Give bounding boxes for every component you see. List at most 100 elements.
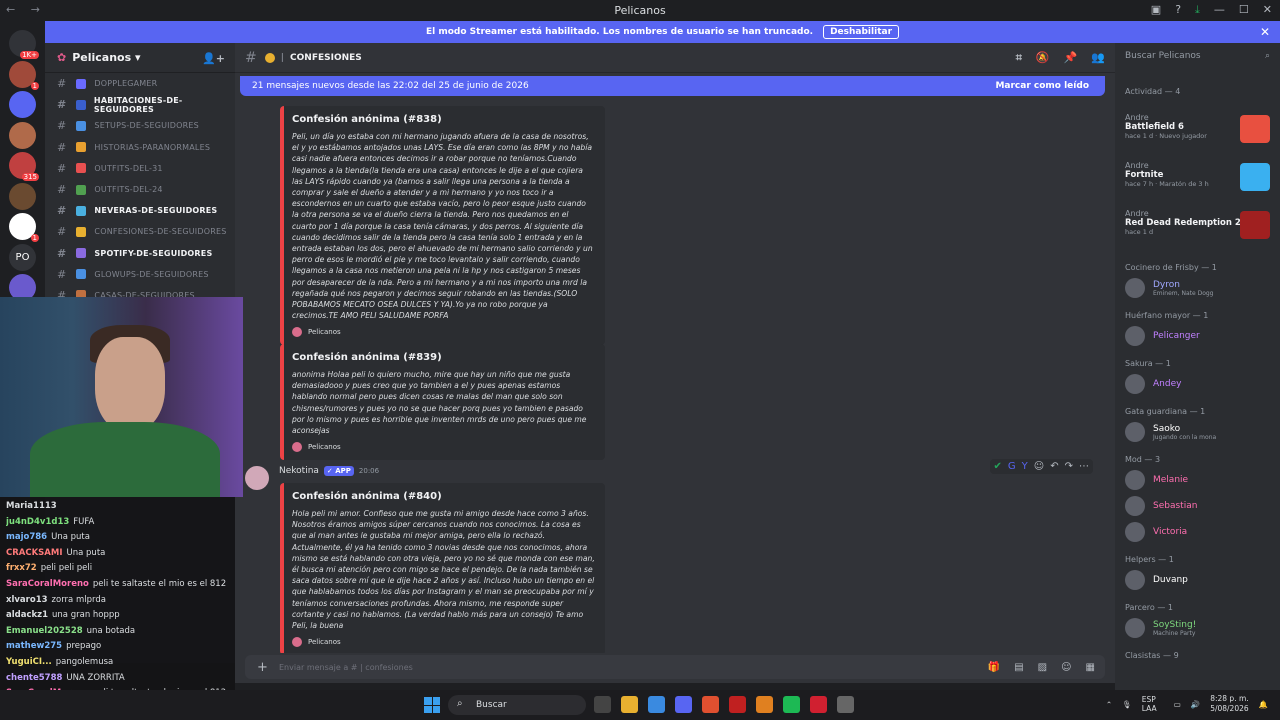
search-icon: ⌕ (1264, 51, 1270, 61)
members-icon[interactable]: 👥 (1091, 51, 1105, 65)
app-icon[interactable] (810, 696, 827, 713)
window-controls[interactable]: ▣ ? ⤓ — ☐ ✕ (1151, 3, 1272, 17)
g-reaction-icon[interactable]: G (1008, 461, 1016, 472)
member-item[interactable]: Dyron Eminem, Nate Dogg (1115, 275, 1280, 301)
volume-icon[interactable]: 🔊 (1191, 700, 1200, 709)
chat-message: SaraCoralMorenopeli te saltaste el mio e… (6, 579, 229, 595)
maximize-icon[interactable]: ☐ (1239, 3, 1249, 17)
avatar[interactable] (245, 466, 269, 490)
channel-name: habitaciones-de-seguidores (93, 95, 183, 114)
task-view-icon[interactable] (594, 696, 611, 713)
spotify-icon[interactable] (783, 696, 800, 713)
channel-item[interactable]: # setups-de-seguidores (45, 115, 235, 136)
member-item[interactable]: Pelicanger (1115, 323, 1280, 349)
mute-icon[interactable]: 🔕 (1036, 51, 1050, 65)
channel-item[interactable]: # historias-paranormales (45, 137, 235, 158)
discord-icon[interactable] (675, 696, 692, 713)
channel-item[interactable]: # habitaciones-de-seguidores (45, 94, 235, 115)
threads-icon[interactable]: ⌗ (1016, 51, 1022, 65)
search-box[interactable]: Buscar Pelicanos ⌕ (1115, 43, 1280, 73)
history-nav-icons[interactable]: ← → (6, 3, 46, 16)
emoji-icon[interactable]: ☺ (1061, 662, 1071, 673)
chrome-icon[interactable] (648, 696, 665, 713)
server-icon[interactable]: 1 (9, 60, 39, 90)
chat-user: SaraCoralMoreno (6, 578, 89, 589)
more-icon[interactable]: ⋯ (1079, 461, 1089, 472)
gift-icon[interactable]: 🎁 (988, 662, 1000, 673)
gif-icon[interactable]: ▤ (1014, 662, 1023, 673)
role-header: Parcero — 1 (1125, 602, 1173, 612)
close-icon[interactable]: ✕ (1263, 3, 1272, 17)
embed-title: Confesión anónima (#839) (292, 352, 442, 363)
disable-streamer-button[interactable]: Deshabilitar (823, 25, 900, 39)
channel-item[interactable]: # spotify-de-seguidores (45, 243, 235, 264)
new-messages-bar[interactable]: 21 mensajes nuevos desde las 22:02 del 2… (240, 76, 1105, 96)
channel-item[interactable]: # confesiones-de-seguidores (45, 221, 235, 242)
reply-icon[interactable]: ↶ (1050, 461, 1058, 472)
author-name[interactable]: Nekotina (279, 466, 319, 476)
app-icon[interactable] (837, 696, 854, 713)
minimize-icon[interactable]: — (1214, 3, 1225, 17)
server-icon[interactable] (9, 182, 36, 210)
clock[interactable]: 8:28 p. m. 5/08/2026 (1210, 694, 1248, 714)
y-reaction-icon[interactable]: Y (1022, 461, 1028, 472)
download-icon[interactable]: ⤓ (1195, 3, 1200, 17)
channel-emoji-icon (76, 226, 87, 237)
search-input[interactable]: Buscar Pelicanos (1125, 51, 1201, 61)
activity-card[interactable]: Andre Red Dead Redemption 2 hace 1 d (1115, 205, 1280, 253)
server-icon[interactable]: 1K+ (9, 30, 39, 59)
member-item[interactable]: Duvanp (1115, 567, 1280, 593)
guild-header[interactable]: ✿ Pelicanos ▾ 👤+ (45, 43, 235, 73)
member-item[interactable]: Saoko Jugando con la mona (1115, 419, 1280, 445)
channel-item[interactable]: # outfits-del-24 (45, 179, 235, 200)
channel-item[interactable]: # neveras-de-seguidores (45, 200, 235, 221)
member-item[interactable]: Melanie (1115, 467, 1280, 493)
streamer-jacket (30, 422, 220, 497)
server-icon[interactable]: PO (9, 243, 36, 271)
channel-item[interactable]: # doppleGamer (45, 73, 235, 94)
forward-icon[interactable]: ↷ (1065, 461, 1073, 472)
add-reaction-icon[interactable]: ☺ (1034, 461, 1044, 472)
member-item[interactable]: Andey (1115, 371, 1280, 397)
channel-item[interactable]: # glowups-de-seguidores (45, 264, 235, 285)
language-indicator[interactable]: ESP LAA (1142, 695, 1164, 713)
member-item[interactable]: Sebastian (1115, 493, 1280, 519)
server-icon[interactable]: 315 (9, 152, 39, 181)
taskbar-search[interactable]: ⌕ Buscar (448, 695, 586, 715)
obs-icon[interactable] (756, 696, 773, 713)
channel-emoji-icon (76, 99, 86, 110)
member-item[interactable]: SoySting! Machine Party (1115, 615, 1280, 641)
role-header: Gata guardiana — 1 (1125, 406, 1206, 416)
apps-icon[interactable]: ▦ (1086, 662, 1095, 673)
activity-card[interactable]: Andre Battlefield 6 hace 1 d · Nuevo jugad… (1115, 109, 1280, 157)
tray-expand-icon[interactable]: ⌃ (1106, 700, 1112, 709)
server-icon[interactable] (9, 121, 36, 149)
app-icon[interactable] (729, 696, 746, 713)
sticker-icon[interactable]: ▨ (1038, 662, 1047, 673)
chat-message: mathew275 prepago (6, 641, 229, 657)
network-icon[interactable]: ▭ (1174, 700, 1181, 709)
activity-card[interactable]: Andre Fortnite hace 7 h · Maratón de 3 h (1115, 157, 1280, 205)
add-member-icon[interactable]: 👤+ (202, 52, 225, 65)
mic-icon[interactable]: 🎙 (1122, 700, 1132, 709)
windows-start-icon[interactable] (424, 697, 440, 713)
help-icon[interactable]: ? (1175, 3, 1181, 17)
message-input[interactable]: + Enviar mensaje a # | confesiones 🎁 ▤ ▨… (245, 655, 1105, 679)
brave-icon[interactable] (702, 696, 719, 713)
close-banner-icon[interactable]: ✕ (1260, 25, 1270, 39)
notifications-icon[interactable]: 🔔 (1259, 700, 1268, 709)
member-item[interactable]: Victoria (1115, 519, 1280, 545)
pin-icon[interactable]: 📌 (1064, 51, 1078, 65)
hash-icon: # (57, 267, 67, 281)
inbox-icon[interactable]: ▣ (1151, 3, 1161, 17)
taskbar-search-label: Buscar (476, 700, 507, 710)
window-titlebar: ← → Pelicanos ▣ ? ⤓ — ☐ ✕ (0, 0, 1280, 20)
webcam-overlay (0, 297, 243, 497)
channel-item[interactable]: # outfits-del-31 (45, 158, 235, 179)
check-reaction-icon[interactable]: ✔ (994, 461, 1002, 472)
server-icon[interactable] (9, 91, 36, 118)
server-icon[interactable]: 1 (9, 213, 39, 242)
file-explorer-icon[interactable] (621, 696, 638, 713)
mark-read-button[interactable]: Marcar como leído (995, 81, 1089, 91)
attach-icon[interactable]: + (257, 660, 268, 675)
